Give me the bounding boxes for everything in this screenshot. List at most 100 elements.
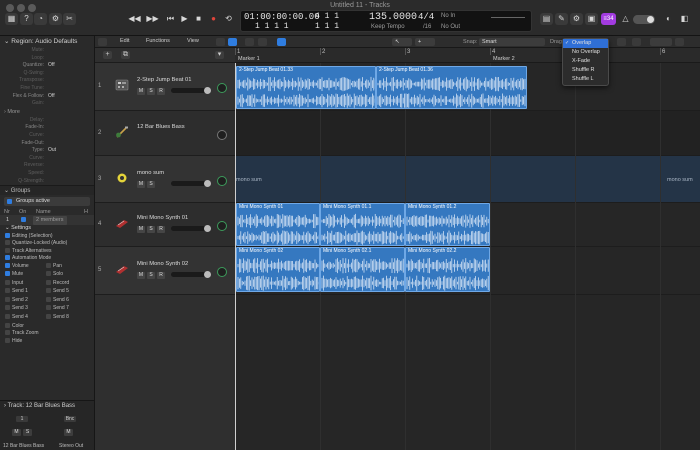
stop-button[interactable]: ■ — [192, 13, 205, 25]
lane-2[interactable] — [235, 111, 700, 156]
audio-region[interactable]: Mini Mono Synth 01.2 — [405, 203, 490, 246]
checkbox[interactable] — [5, 313, 10, 319]
functions-menu[interactable]: Functions — [146, 38, 170, 44]
mute-button[interactable]: M — [137, 272, 145, 279]
record-enable-button[interactable]: R — [157, 88, 165, 95]
library-toggle-icon[interactable]: ◧ — [678, 13, 691, 25]
track-name[interactable]: mono sum — [137, 170, 164, 176]
checkbox[interactable] — [5, 337, 10, 343]
track-header[interactable]: 5 Mini Mono Synth 02 M S R — [95, 247, 235, 295]
pencil-tool-menu[interactable]: + — [415, 38, 435, 46]
mixer-icon[interactable]: ⚙ — [49, 13, 62, 25]
volume-slider[interactable] — [171, 179, 211, 187]
checkbox[interactable] — [5, 279, 10, 285]
play-button[interactable]: ▶ — [178, 13, 191, 25]
groups-active-toggle[interactable]: Groups active — [4, 197, 90, 207]
strip-solo-button[interactable]: S — [23, 429, 32, 436]
more-param[interactable]: Fade-In: — [0, 124, 94, 132]
checkbox[interactable] — [5, 271, 10, 277]
drag-mode-option[interactable]: No Overlap — [563, 48, 608, 57]
group-row[interactable]: 1 2 members — [0, 216, 94, 226]
metronome-icon[interactable]: △ — [619, 13, 632, 25]
group-property-check[interactable]: Color — [0, 323, 94, 331]
checkbox[interactable] — [5, 322, 10, 328]
group-property-check[interactable]: Send 8 — [46, 314, 69, 320]
duplicate-track-button[interactable]: ⧉ — [121, 51, 130, 59]
group-property-check[interactable]: Send 3 — [5, 305, 28, 311]
group-property-check[interactable]: Send 7 — [46, 305, 69, 311]
midi-in-icon[interactable] — [258, 38, 267, 46]
help-icon[interactable]: ? — [20, 13, 33, 25]
list-editors-icon[interactable]: ▤ — [540, 13, 553, 25]
flex-icon[interactable] — [245, 38, 254, 46]
checkbox[interactable] — [5, 330, 10, 336]
more-param[interactable]: Curve: — [0, 155, 94, 163]
audio-region[interactable]: 2-Step Jump Beat 01.36 — [376, 66, 527, 109]
region-header[interactable]: ⌄ Region: Audio Defaults — [0, 36, 94, 47]
checkbox[interactable] — [46, 313, 51, 319]
strip-mute-button[interactable]: M — [64, 429, 73, 436]
master-volume-slider[interactable] — [633, 15, 655, 24]
rewind-button[interactable]: ◀◀ — [128, 13, 141, 25]
region-param[interactable]: Flex & Follow: Off — [0, 93, 94, 101]
checkbox[interactable] — [5, 255, 10, 261]
group-property-check[interactable]: Input — [5, 280, 23, 286]
drag-mode-option[interactable]: Shuffle R — [563, 66, 608, 75]
checkbox[interactable] — [5, 232, 10, 238]
checkbox[interactable] — [5, 240, 10, 246]
drag-mode-option[interactable]: X-Fade — [563, 57, 608, 66]
track-header[interactable]: 2 12 Bar Blues Bass — [95, 111, 235, 156]
timeline-ruler[interactable]: 1 2 3 4 5 6 Marker 1 Marker 2 — [235, 48, 700, 63]
solo-button[interactable]: S — [147, 226, 155, 233]
group-property-check[interactable]: Send 1 — [5, 288, 28, 294]
strip-mute-button[interactable]: M — [12, 429, 21, 436]
lane-3[interactable] — [235, 156, 700, 203]
pan-knob[interactable] — [217, 267, 227, 277]
group-property-check[interactable]: Mute — [5, 271, 23, 277]
minimize-window-button[interactable] — [17, 4, 25, 12]
lcd-display[interactable]: 01:00:00:00.00 1 1 1 1 4 1 1 1 1 1 135.0… — [240, 10, 532, 32]
drag-mode-option[interactable]: Shuffle L — [563, 75, 608, 84]
vertical-zoom-icon[interactable] — [632, 38, 641, 46]
more-param[interactable]: Type: Out — [0, 147, 94, 155]
checkbox[interactable] — [46, 271, 51, 277]
view-menu[interactable]: View — [187, 38, 199, 44]
vertical-zoom-slider[interactable] — [650, 38, 672, 46]
audio-region[interactable]: 2-Step Jump Beat 01.33 — [236, 66, 376, 109]
library-icon[interactable]: ▦ — [5, 13, 18, 25]
record-button[interactable]: ● — [207, 13, 220, 25]
mute-button[interactable]: M — [137, 226, 145, 233]
track-name[interactable]: Mini Mono Synth 01 — [137, 215, 188, 221]
checkbox[interactable] — [5, 288, 10, 294]
audio-region[interactable]: Mini Mono Synth 01.1 — [320, 203, 405, 246]
volume-slider[interactable] — [171, 225, 211, 232]
group-enabled-checkbox[interactable] — [21, 216, 28, 225]
group-name-field[interactable]: 2 members — [33, 216, 67, 226]
marker-2[interactable]: Marker 2 — [493, 56, 515, 62]
marker-1[interactable]: Marker 1 — [238, 56, 260, 62]
pan-knob[interactable] — [217, 129, 227, 140]
group-property-check[interactable]: Track Zoom — [0, 330, 94, 338]
more-param[interactable]: Delay: — [0, 117, 94, 125]
edit-menu[interactable]: Edit — [120, 38, 129, 44]
track-header[interactable]: 3 mono sum M S — [95, 156, 235, 203]
drag-mode-menu[interactable]: OverlapNo OverlapX-FadeShuffle RShuffle … — [562, 38, 609, 86]
audio-region[interactable]: Mini Mono Synth 02.2 — [405, 247, 490, 292]
go-to-start-button[interactable]: ⏮ — [164, 13, 177, 25]
checkbox[interactable] — [46, 305, 51, 311]
checkbox[interactable] — [46, 288, 51, 294]
groups-header[interactable]: ⌄ Groups — [0, 185, 94, 196]
group-property-check[interactable]: Pan — [46, 263, 62, 269]
channel-value-left[interactable]: 1 — [16, 416, 28, 422]
list-view-icon[interactable] — [216, 38, 225, 46]
cycle-button[interactable]: ⟲ — [222, 13, 235, 25]
drag-mode-option[interactable]: Overlap — [563, 39, 608, 48]
mute-button[interactable]: M — [137, 180, 145, 188]
settings-option[interactable]: Automation Mode — [0, 255, 94, 263]
browsers-icon[interactable]: ▣ — [585, 13, 598, 25]
zoom-window-button[interactable] — [28, 4, 36, 12]
playhead[interactable] — [235, 63, 236, 450]
mute-button[interactable]: M — [137, 88, 145, 95]
checkbox[interactable] — [5, 296, 10, 302]
group-property-check[interactable]: Hide — [0, 338, 94, 346]
